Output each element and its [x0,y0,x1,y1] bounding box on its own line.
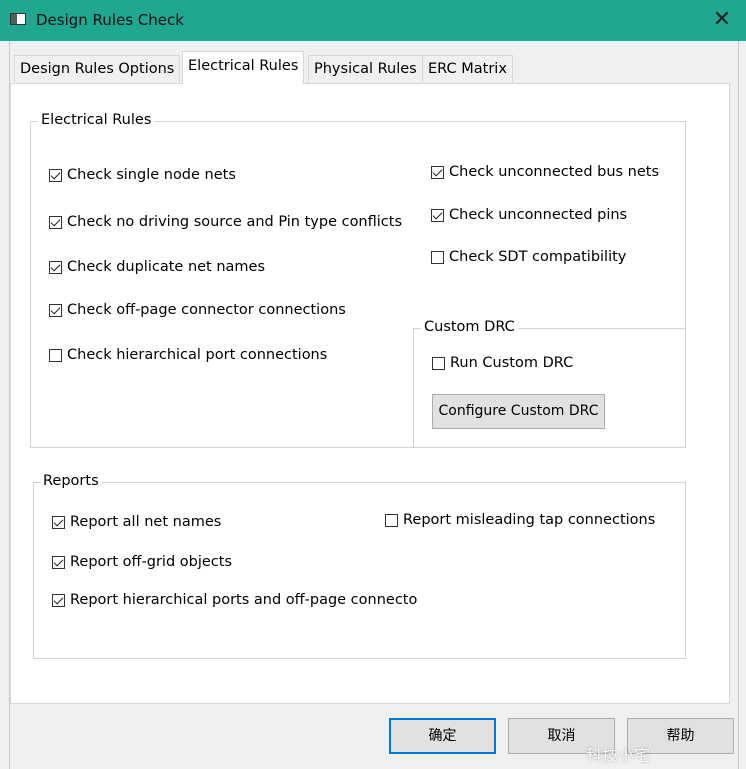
checkbox-label: Check hierarchical port connections [67,347,328,363]
checkbox-icon [52,555,65,569]
checkbox-label: Check duplicate net names [67,259,266,275]
checkbox-label: Run Custom DRC [450,355,574,371]
checkbox-label: Check SDT compatibility [449,249,627,265]
custom-drc-legend: Custom DRC [421,319,518,335]
checkbox-label: Report misleading tap connections [403,512,656,528]
checkbox-label: Report all net names [70,514,222,530]
configure-custom-drc-button[interactable]: Configure Custom DRC [432,394,605,429]
report-off-grid-objects[interactable]: Report off-grid objects [52,552,232,572]
report-misleading-tap[interactable]: Report misleading tap connections [385,510,655,530]
check-unconnected-bus-nets[interactable]: Check unconnected bus nets [431,162,659,182]
watermark: 科技小宅 [586,746,651,765]
checkbox-icon [49,348,62,362]
window-title: Design Rules Check [36,11,184,29]
reports-legend: Reports [40,473,102,489]
checkbox-icon [49,168,62,182]
check-no-driving-source[interactable]: Check no driving source and Pin type con… [49,212,402,232]
close-icon[interactable]: ✕ [708,6,736,34]
checkbox-label: Report off-grid objects [70,554,233,570]
title-bar: Design Rules Check ✕ [0,0,746,41]
report-all-net-names[interactable]: Report all net names [52,512,221,532]
checkbox-icon [431,208,444,222]
checkbox-label: Check no driving source and Pin type con… [67,214,403,230]
checkbox-label: Check off-page connector connections [67,302,346,318]
tab-erc-matrix[interactable]: ERC Matrix [422,55,513,82]
check-sdt-compatibility[interactable]: Check SDT compatibility [431,247,626,267]
checkbox-icon [431,165,444,179]
check-duplicate-net-names[interactable]: Check duplicate net names [49,257,265,277]
custom-drc-group [413,328,686,448]
checkbox-label: Check single node nets [67,167,236,183]
tab-panel: Electrical Rules Check single node nets … [10,83,730,704]
checkbox-label: Check unconnected bus nets [449,164,660,180]
tab-design-rules-options[interactable]: Design Rules Options [14,55,181,82]
run-custom-drc-checkbox[interactable]: Run Custom DRC [432,353,573,373]
check-unconnected-pins[interactable]: Check unconnected pins [431,205,627,225]
check-single-node-nets[interactable]: Check single node nets [49,165,236,185]
checkbox-label: Report hierarchical ports and off-page c… [70,592,418,608]
check-off-page-connector[interactable]: Check off-page connector connections [49,300,346,320]
checkbox-icon [431,250,444,264]
checkbox-icon [49,303,62,317]
checkbox-icon [52,515,65,529]
checkbox-icon [49,260,62,274]
checkbox-icon [385,513,398,527]
checkbox-icon [49,215,62,229]
checkbox-icon [432,356,445,370]
checkbox-label: Check unconnected pins [449,207,628,223]
report-hierarchical-ports[interactable]: Report hierarchical ports and off-page c… [52,590,417,610]
ok-button[interactable]: 确定 [389,718,496,754]
tab-physical-rules[interactable]: Physical Rules [308,55,423,82]
checkbox-icon [52,593,65,607]
electrical-rules-legend: Electrical Rules [38,112,155,128]
window-icon [10,13,26,25]
tab-electrical-rules[interactable]: Electrical Rules [182,51,305,84]
check-hierarchical-port[interactable]: Check hierarchical port connections [49,345,327,365]
